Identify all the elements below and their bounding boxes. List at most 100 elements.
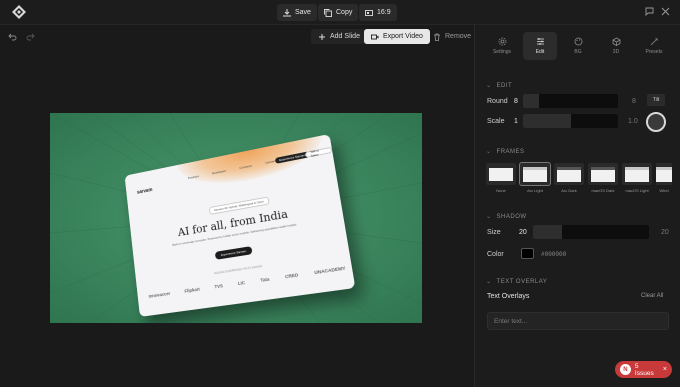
tab-label: BG [574, 49, 581, 55]
text-overlay-section-header[interactable]: ⌄ TEXT OVERLAY [486, 278, 547, 285]
shadow-color-label: Color [487, 251, 504, 258]
panel-tabs: Settings Edit BG 3D Presets [485, 32, 671, 60]
redo-icon[interactable] [26, 33, 35, 42]
add-slide-label: Add Slide [330, 33, 360, 40]
tab-bg[interactable]: BG [561, 32, 595, 60]
frame-label: Arc Light [527, 188, 543, 193]
properties-panel: Settings Edit BG 3D Presets ⌄ EDIT Round… [474, 25, 680, 387]
frame-thumb-window [591, 167, 615, 182]
frame-thumb-window [523, 167, 547, 182]
text-overlay-input[interactable]: Enter text... [487, 312, 669, 330]
scale-value: 1 [514, 118, 518, 125]
app-logo-icon[interactable] [12, 5, 26, 19]
frame-thumb [656, 163, 672, 185]
frame-thumb-window [489, 168, 513, 181]
frame-label: Wind [659, 188, 668, 193]
chevron-down-icon: ⌄ [486, 82, 492, 89]
download-icon [283, 9, 291, 17]
issues-label: 5 Issues [635, 363, 659, 377]
clear-all-button[interactable]: Clear All [641, 293, 663, 299]
frame-thumb [588, 163, 618, 185]
issues-logo-icon: N [620, 364, 631, 375]
tilt-label: Tilt [653, 97, 659, 103]
shadow-size-value: 20 [519, 229, 527, 236]
scale-label: Scale [487, 118, 505, 125]
gear-icon [498, 37, 507, 46]
aspect-ratio-label: 16:9 [377, 9, 391, 16]
scale-slider-fill [523, 114, 571, 128]
shadow-size-max: 20 [661, 229, 669, 236]
cube-icon [612, 37, 621, 46]
frame-label: Arc Dark [561, 188, 577, 193]
frame-thumb [554, 163, 584, 185]
edit-heading: EDIT [497, 83, 513, 89]
aspect-ratio-icon [365, 9, 373, 17]
palette-icon [574, 37, 583, 46]
mock-logo: UNACADEMY [314, 265, 346, 275]
shadow-size-slider[interactable] [533, 225, 649, 239]
frame-option-wind[interactable]: Wind [656, 163, 672, 193]
round-label: Round [487, 98, 508, 105]
rotation-knob[interactable] [646, 112, 666, 132]
copy-label: Copy [336, 9, 352, 16]
frame-option-macos-light[interactable]: macOS Light [622, 163, 652, 193]
close-icon[interactable]: × [663, 366, 667, 373]
frame-label: macOS Light [625, 188, 648, 193]
frame-option-arc-dark[interactable]: Arc Dark [554, 163, 584, 193]
edit-section-header[interactable]: ⌄ EDIT [486, 82, 512, 89]
round-slider-fill [523, 94, 539, 108]
shadow-size-label: Size [487, 229, 501, 236]
remove-button[interactable]: Remove [426, 29, 478, 44]
frame-option-none[interactable]: None [486, 163, 516, 193]
sliders-icon [536, 37, 545, 46]
chevron-down-icon: ⌄ [486, 213, 492, 220]
frame-option-macos-dark[interactable]: macOS Dark [588, 163, 618, 193]
mock-brand: sarvam [137, 187, 153, 196]
tilt-button[interactable]: Tilt [647, 94, 665, 106]
tab-label: Settings [493, 49, 511, 55]
save-button[interactable]: Save [277, 4, 317, 21]
frame-thumb-window [557, 167, 581, 182]
export-video-label: Export Video [383, 33, 423, 40]
mock-logo: CRED [285, 272, 299, 279]
round-slider[interactable] [523, 94, 618, 108]
tab-3d[interactable]: 3D [599, 32, 633, 60]
copy-button[interactable]: Copy [318, 4, 358, 21]
scale-slider[interactable] [523, 114, 618, 128]
shadow-heading: SHADOW [497, 214, 527, 220]
text-overlay-heading: TEXT OVERLAY [497, 279, 548, 285]
frame-thumb [486, 163, 516, 185]
scale-max: 1.0 [628, 118, 638, 125]
shadow-section-header[interactable]: ⌄ SHADOW [486, 213, 527, 220]
round-max: 8 [632, 98, 636, 105]
frame-options: None Arc Light Arc Dark macOS Dark macOS… [486, 163, 672, 193]
export-video-button[interactable]: Export Video [364, 29, 430, 44]
frame-thumb-window [656, 167, 672, 182]
x-logo-icon[interactable] [661, 7, 670, 16]
frame-thumb-window [625, 167, 649, 182]
frames-heading: FRAMES [497, 149, 525, 155]
aspect-ratio-button[interactable]: 16:9 [359, 4, 397, 21]
frame-option-arc-light[interactable]: Arc Light [520, 163, 550, 193]
mock-logo: Tata [260, 276, 270, 282]
mock-logo: LIC [238, 280, 246, 286]
shadow-color-swatch[interactable] [521, 248, 534, 259]
tab-label: Presets [646, 49, 663, 55]
frame-label: macOS Dark [592, 188, 615, 193]
tab-edit[interactable]: Edit [523, 32, 557, 60]
round-value: 8 [514, 98, 518, 105]
remove-label: Remove [445, 33, 471, 40]
tab-settings[interactable]: Settings [485, 32, 519, 60]
chat-icon[interactable] [645, 7, 654, 16]
issues-badge[interactable]: N 5 Issues × [615, 361, 672, 378]
tab-presets[interactable]: Presets [637, 32, 671, 60]
slide-preview[interactable]: sarvam Products Developers Company Caree… [50, 113, 422, 323]
video-icon [371, 33, 379, 41]
undo-icon[interactable] [8, 33, 17, 42]
frames-section-header[interactable]: ⌄ FRAMES [486, 148, 525, 155]
add-slide-button[interactable]: Add Slide [311, 29, 367, 44]
tab-label: Edit [536, 49, 545, 55]
shadow-size-slider-fill [533, 225, 562, 239]
mock-logo: TVS [214, 283, 223, 289]
plus-icon [318, 33, 326, 41]
